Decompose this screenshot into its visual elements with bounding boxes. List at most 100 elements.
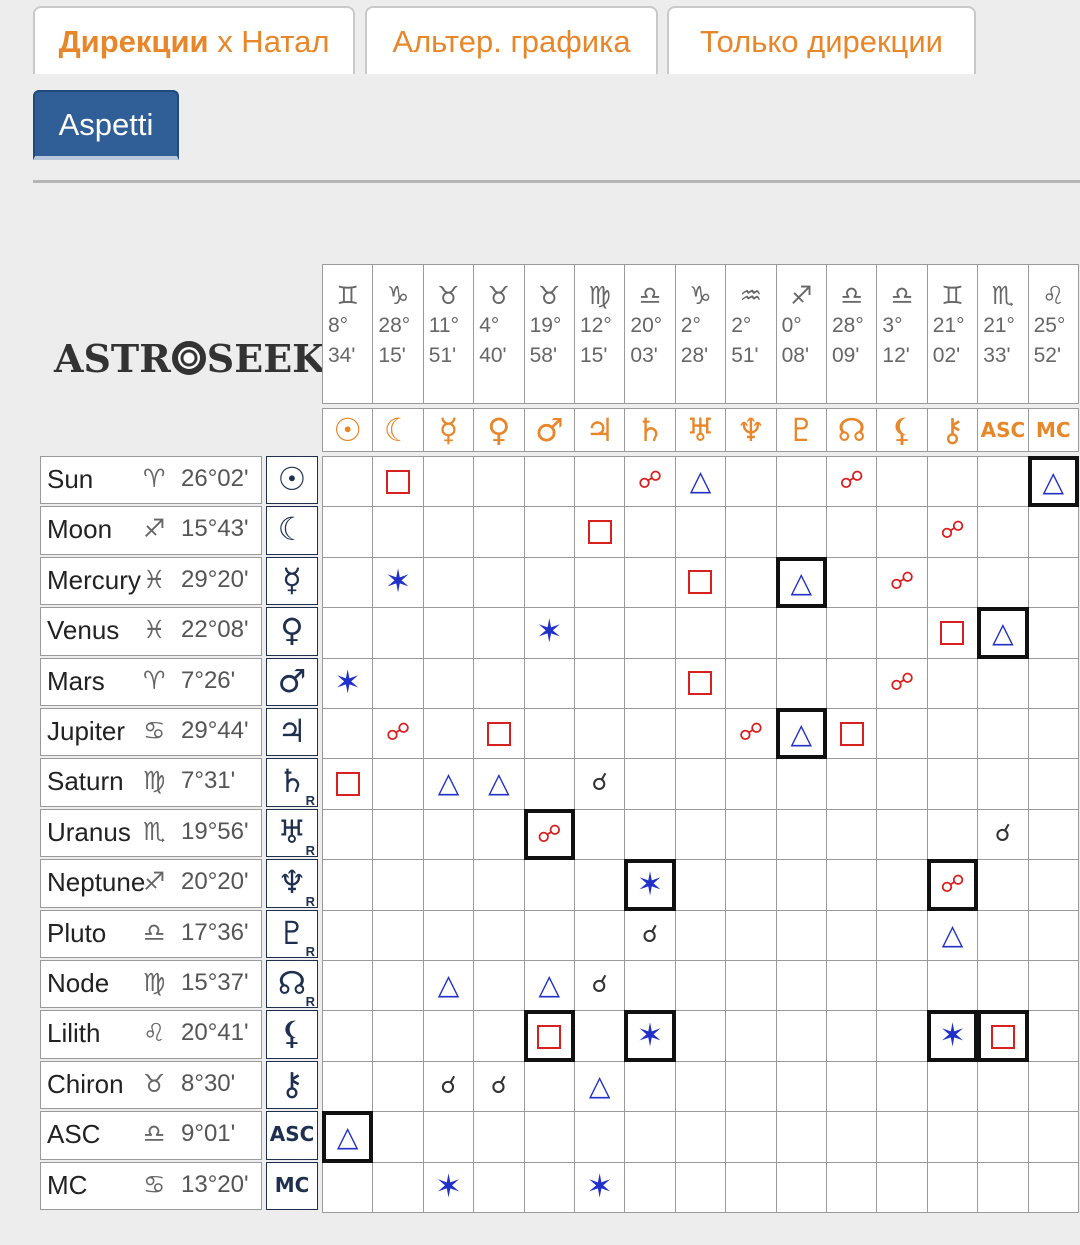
zodiac-sign-icon: ♉ — [143, 1068, 166, 1098]
grid-cell — [473, 657, 525, 709]
aspect-opposition-icon[interactable]: ☍ — [926, 859, 979, 911]
aspect-trine-icon[interactable]: △ — [977, 607, 1029, 659]
sextile-symbol: ✶ — [636, 1016, 664, 1055]
aspect-opposition-icon[interactable]: ☍ — [876, 658, 927, 709]
column-planet-icon: ♇ — [775, 408, 827, 452]
conjunction-symbol: ☌ — [490, 1070, 507, 1099]
grid-cell — [876, 708, 928, 760]
aspect-conjunction-icon[interactable]: ☌ — [977, 809, 1028, 860]
aspect-opposition-icon[interactable]: ☍ — [876, 557, 927, 608]
planet-position: 8°30' — [181, 1069, 236, 1097]
column-degree: 19° — [529, 314, 562, 337]
grid-cell — [372, 657, 424, 709]
square-symbol — [940, 620, 965, 645]
aspect-square-icon[interactable] — [523, 1010, 575, 1062]
aspect-sextile-icon[interactable]: ✶ — [926, 1010, 979, 1062]
grid-cell — [725, 960, 777, 1012]
column-planet-icon: ☾ — [372, 408, 424, 452]
square-symbol — [587, 519, 612, 544]
aspect-opposition-icon[interactable]: ☍ — [624, 456, 675, 507]
aspect-trine-icon[interactable]: △ — [423, 960, 474, 1011]
aspect-trine-icon[interactable]: △ — [423, 758, 474, 809]
grid-cell — [523, 758, 575, 810]
aspect-opposition-icon[interactable]: ☍ — [826, 456, 877, 507]
aspect-opposition-icon[interactable]: ☍ — [725, 708, 776, 759]
aspect-square-icon[interactable] — [473, 708, 524, 759]
planet-glyph: ⚷ — [280, 1064, 304, 1103]
column-sign-icon: ♉ — [487, 281, 511, 310]
grid-cell — [876, 758, 928, 810]
aspect-opposition-icon[interactable]: ☍ — [523, 808, 575, 861]
grid-cell — [876, 456, 928, 508]
grid-cell — [624, 1161, 676, 1213]
row-planet-icon: ♇ R — [266, 909, 318, 958]
grid-cell — [372, 909, 424, 961]
grid-cell — [1027, 960, 1079, 1012]
column-sign-icon: ♑ — [386, 281, 410, 310]
aspect-sextile-icon[interactable]: ✶ — [423, 1162, 474, 1213]
aspect-square-icon[interactable] — [977, 1010, 1029, 1062]
aspect-sextile-icon[interactable]: ✶ — [624, 1010, 676, 1062]
aspect-sextile-icon[interactable]: ✶ — [574, 1162, 625, 1213]
aspect-trine-icon[interactable]: △ — [675, 456, 726, 507]
grid-cell — [422, 506, 475, 558]
grid-cell — [775, 506, 827, 558]
aspect-trine-icon[interactable]: △ — [524, 960, 575, 1011]
grid-cell — [473, 909, 525, 961]
grid-cell — [725, 758, 777, 810]
column-sign-icon: ♐ — [790, 281, 813, 310]
aspect-sextile-icon[interactable]: ✶ — [624, 859, 676, 911]
column-sign-icon: ♍ — [588, 281, 611, 310]
trine-symbol: △ — [790, 717, 813, 750]
aspect-conjunction-icon[interactable]: ☌ — [624, 910, 675, 961]
column-header: ♎ 20° 03' — [624, 264, 676, 404]
aspect-conjunction-icon[interactable]: ☌ — [423, 1061, 474, 1112]
planet-position: 7°31' — [181, 767, 236, 795]
aspect-square-icon[interactable] — [372, 456, 423, 507]
aspect-trine-icon[interactable]: △ — [927, 910, 978, 961]
column-header: ♏ 21° 33' — [977, 264, 1029, 404]
aspect-sextile-icon[interactable]: ✶ — [322, 658, 373, 709]
aspect-square-icon[interactable] — [574, 506, 625, 557]
column-minute: 28' — [680, 344, 709, 367]
zodiac-sign-icon: ♓ — [143, 615, 166, 645]
row-label: Node ♍ 15°37' — [40, 960, 262, 1009]
aspect-trine-icon[interactable]: △ — [775, 556, 827, 609]
grid-cell — [926, 960, 979, 1012]
aspect-conjunction-icon[interactable]: ☌ — [574, 758, 625, 809]
aspect-trine-icon[interactable]: △ — [473, 758, 524, 809]
trine-symbol: △ — [437, 766, 460, 800]
aspect-sextile-icon[interactable]: ✶ — [524, 607, 575, 658]
grid-cell — [523, 708, 575, 760]
grid-cell — [473, 456, 525, 508]
aspect-opposition-icon[interactable]: ☍ — [927, 506, 978, 557]
aspect-square-icon[interactable] — [826, 708, 877, 759]
aspect-trine-icon[interactable]: △ — [574, 1061, 625, 1112]
aspect-trine-icon[interactable]: △ — [1027, 456, 1079, 508]
aspect-opposition-icon[interactable]: ☍ — [372, 708, 423, 759]
grid-cell — [372, 960, 424, 1012]
row-planet-icon: ♆ R — [266, 859, 318, 908]
aspect-trine-icon[interactable]: △ — [322, 1111, 374, 1163]
aspect-trine-icon[interactable]: △ — [775, 708, 827, 760]
column-sign-icon: ♊ — [336, 281, 359, 310]
row-planet-icon: ♂ — [266, 657, 318, 706]
aspect-square-icon[interactable] — [675, 557, 726, 608]
aspect-square-icon[interactable] — [675, 658, 726, 709]
planet-glyph: ☉ — [277, 460, 307, 498]
aspect-conjunction-icon[interactable]: ☌ — [473, 1061, 524, 1112]
grid-cell — [624, 1060, 676, 1113]
square-symbol — [688, 570, 713, 595]
column-sign-icon: ♎ — [840, 281, 863, 310]
sextile-symbol: ✶ — [636, 865, 664, 904]
grid-cell — [725, 456, 777, 508]
aspect-conjunction-icon[interactable]: ☌ — [574, 960, 625, 1011]
grid-cell — [725, 1010, 777, 1062]
aspect-square-icon[interactable] — [322, 758, 373, 809]
grid-cell — [977, 1060, 1029, 1113]
aspect-sextile-icon[interactable]: ✶ — [372, 557, 423, 608]
grid-cell — [322, 456, 374, 508]
grid-cell — [725, 607, 777, 659]
aspect-square-icon[interactable] — [927, 607, 978, 658]
grid-cell — [725, 1161, 777, 1213]
